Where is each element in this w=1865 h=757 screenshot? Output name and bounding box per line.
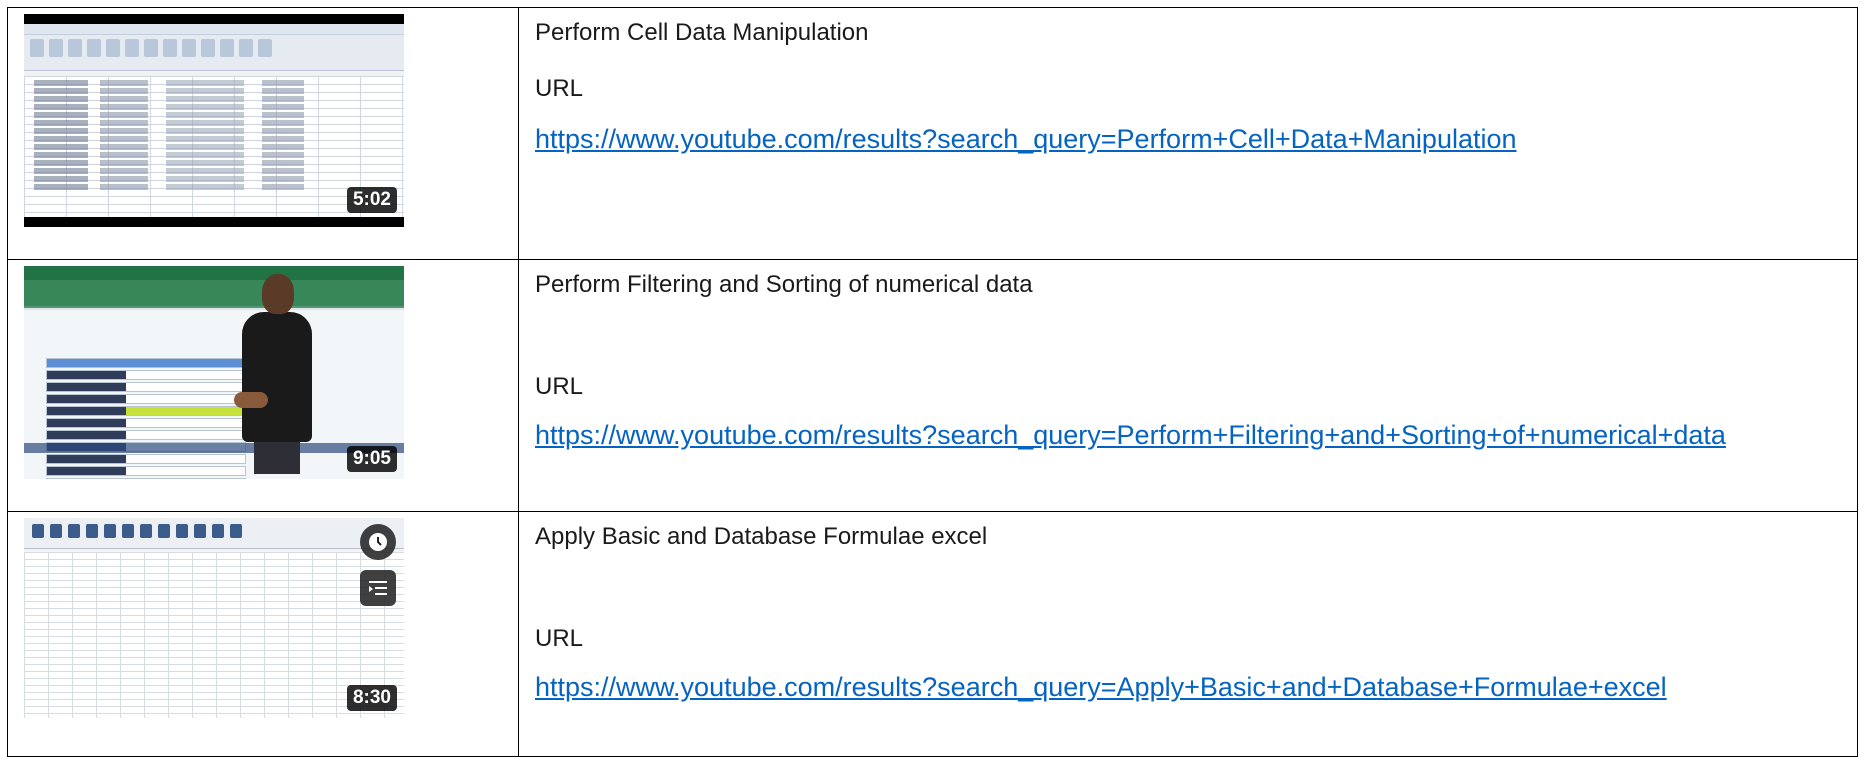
excel-ribbon <box>24 24 404 71</box>
video-row: 9:05 Perform Filtering and Sorting of nu… <box>7 259 1858 512</box>
video-thumbnail[interactable]: 5:02 <box>24 14 404 227</box>
video-list-table: 5:02 Perform Cell Data Manipulation URL … <box>7 7 1858 757</box>
thumbnail-cell: 5:02 <box>7 7 519 260</box>
video-row: 8:30 Apply Basic and Database Formulae e… <box>7 511 1858 757</box>
excel-ribbon <box>24 518 404 549</box>
thumbnail-cell: 8:30 <box>7 511 519 757</box>
video-url-link[interactable]: https://www.youtube.com/results?search_q… <box>535 420 1726 450</box>
video-thumbnail[interactable]: 9:05 <box>24 266 404 479</box>
info-cell: Perform Filtering and Sorting of numeric… <box>518 259 1858 512</box>
spreadsheet-data <box>46 358 246 479</box>
url-label: URL <box>535 373 584 400</box>
video-title: Perform Filtering and Sorting of numeric… <box>535 271 1033 298</box>
duration-badge: 9:05 <box>346 446 397 472</box>
letterbox-top <box>24 14 404 24</box>
clock-icon[interactable] <box>360 524 396 560</box>
presenter-figure <box>234 274 318 474</box>
video-url-link[interactable]: https://www.youtube.com/results?search_q… <box>535 672 1667 702</box>
video-row: 5:02 Perform Cell Data Manipulation URL … <box>7 7 1858 260</box>
video-thumbnail[interactable]: 8:30 <box>24 518 404 718</box>
thumbnail-cell: 9:05 <box>7 259 519 512</box>
queue-icon[interactable] <box>360 570 396 606</box>
video-title: Perform Cell Data Manipulation <box>535 19 869 46</box>
spreadsheet-data <box>34 80 334 192</box>
letterbox-bottom <box>24 217 404 227</box>
info-cell: Perform Cell Data Manipulation URL https… <box>518 7 1858 260</box>
duration-badge: 5:02 <box>346 187 397 213</box>
video-url-link[interactable]: https://www.youtube.com/results?search_q… <box>535 124 1517 154</box>
duration-badge: 8:30 <box>346 685 397 711</box>
url-label: URL <box>535 75 584 102</box>
video-title: Apply Basic and Database Formulae excel <box>535 523 988 550</box>
url-label: URL <box>535 625 584 652</box>
info-cell: Apply Basic and Database Formulae excel … <box>518 511 1858 757</box>
